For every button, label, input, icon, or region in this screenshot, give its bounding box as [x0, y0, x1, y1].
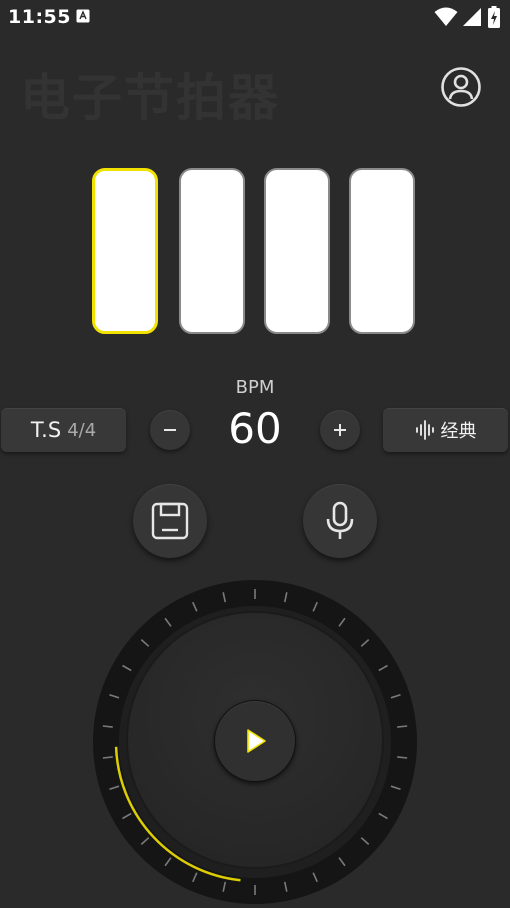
time-signature-label: T.S — [30, 418, 62, 442]
save-icon — [151, 502, 189, 540]
beat-box-2[interactable] — [179, 168, 245, 334]
signal-icon — [463, 8, 481, 26]
microphone-button[interactable] — [303, 484, 377, 558]
beat-box-4[interactable] — [349, 168, 415, 334]
beat-box-3[interactable] — [264, 168, 330, 334]
dial-tick — [397, 725, 408, 728]
wifi-icon — [434, 7, 458, 26]
save-button[interactable] — [133, 484, 207, 558]
bpm-label: BPM — [235, 377, 275, 398]
time-signature-value: 4/4 — [67, 419, 97, 441]
sound-select-button[interactable]: 经典 — [383, 408, 508, 452]
sound-select-label: 经典 — [440, 421, 477, 442]
beat-indicator-row — [92, 168, 420, 336]
play-icon — [247, 729, 266, 753]
page-title: 电子节拍器 — [20, 69, 280, 127]
bpm-value: 60 — [228, 404, 282, 453]
status-time: 11:55 — [8, 6, 71, 28]
battery-charging-icon — [488, 6, 500, 28]
time-signature-button[interactable]: T.S 4/4 — [1, 408, 126, 452]
dial-tick — [102, 725, 113, 728]
plus-icon — [334, 424, 346, 436]
account-circle-icon[interactable] — [440, 66, 482, 108]
dial-tick — [397, 756, 408, 759]
dial-tick — [102, 756, 113, 759]
status-bar: 11:55 — [0, 0, 510, 34]
app-notification-icon — [76, 9, 90, 23]
play-button[interactable] — [214, 700, 296, 782]
decrease-bpm-button[interactable] — [150, 410, 190, 450]
increase-bpm-button[interactable] — [320, 410, 360, 450]
waveform-icon — [415, 420, 434, 440]
microphone-icon — [326, 501, 354, 539]
beat-box-1[interactable] — [92, 168, 158, 334]
minus-icon — [164, 429, 176, 431]
